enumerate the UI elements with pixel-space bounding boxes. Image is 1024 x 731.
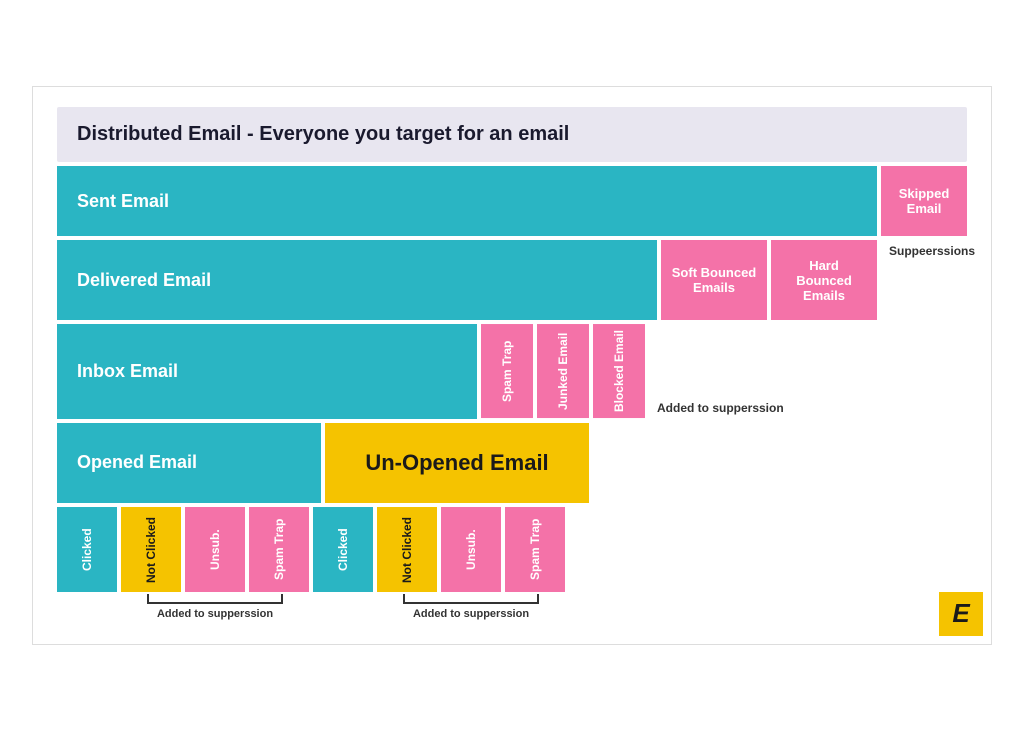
suppression-annotation2: Added to supperssion: [313, 594, 565, 620]
row4: Opened Email Un-Opened Email: [57, 423, 967, 503]
not-clicked1-block: Not Clicked: [121, 507, 181, 592]
sent-email-block: Sent Email: [57, 166, 877, 236]
bracket1: [147, 594, 283, 604]
logo-badge: E: [939, 592, 983, 636]
title-bar: Distributed Email - Everyone you target …: [57, 107, 967, 162]
hard-bounce-label: Hard Bounced Emails: [781, 258, 867, 303]
spam-trap2-block: Spam Trap: [505, 507, 565, 592]
unopened-email-label: Un-Opened Email: [365, 450, 548, 476]
suppressions-label: Suppeerssions: [889, 244, 975, 258]
unopened-subgroup: Clicked Not Clicked Unsub. Spam Trap Ad: [313, 507, 565, 620]
not-clicked2-block: Not Clicked: [377, 507, 437, 592]
opened-email-label: Opened Email: [77, 452, 197, 473]
inbox-side-blocks: Spam Trap Junked Email Blocked Email: [481, 324, 645, 418]
clicked1-block: Clicked: [57, 507, 117, 592]
suppression-annotation1: Added to supperssion: [57, 594, 309, 620]
inbox-email-label: Inbox Email: [77, 361, 178, 382]
unsub1-block: Unsub.: [185, 507, 245, 592]
spam-trap-label: Spam Trap: [500, 341, 514, 402]
suppression-note2: Added to supperssion: [413, 608, 529, 620]
blocked-email-label: Blocked Email: [612, 330, 626, 412]
row2: Delivered Email Soft Bounced Emails Hard…: [57, 240, 967, 320]
suppression-note1: Added to supperssion: [157, 608, 273, 620]
spam-trap1-block: Spam Trap: [249, 507, 309, 592]
sent-email-label: Sent Email: [77, 191, 169, 212]
row3-right-label: Added to supperssion: [649, 324, 967, 418]
inbox-email-block: Inbox Email: [57, 324, 477, 418]
unsub2-block: Unsub.: [441, 507, 501, 592]
diagram: Sent Email Skipped Email Delivered Email…: [57, 166, 967, 619]
soft-bounce-label: Soft Bounced Emails: [671, 265, 757, 295]
clicked2-label: Clicked: [336, 528, 350, 571]
spam-trap2-label: Spam Trap: [528, 518, 542, 579]
added-to-suppression-label: Added to supperssion: [657, 401, 959, 415]
delivered-email-label: Delivered Email: [77, 270, 211, 291]
spam-trap1-label: Spam Trap: [272, 518, 286, 579]
hard-bounce-block: Hard Bounced Emails: [771, 240, 877, 320]
page-wrapper: Distributed Email - Everyone you target …: [32, 86, 992, 644]
junked-email-label: Junked Email: [556, 333, 570, 410]
clicked1-label: Clicked: [80, 528, 94, 571]
page-title: Distributed Email - Everyone you target …: [77, 123, 947, 146]
skipped-email-label: Skipped Email: [891, 186, 957, 216]
unsub1-label: Unsub.: [208, 529, 222, 570]
blocked-email-block: Blocked Email: [593, 324, 645, 418]
bracket2: [403, 594, 539, 604]
opened-subgroup: Clicked Not Clicked Unsub. Spam Trap Ad: [57, 507, 309, 620]
unsub2-label: Unsub.: [464, 529, 478, 570]
logo-letter: E: [952, 598, 969, 629]
skipped-email-block: Skipped Email: [881, 166, 967, 236]
suppressions-label-container: Suppeerssions: [881, 240, 983, 320]
unopened-email-block: Un-Opened Email: [325, 423, 589, 503]
row5-outer: Clicked Not Clicked Unsub. Spam Trap Ad: [57, 507, 967, 620]
junked-email-block: Junked Email: [537, 324, 589, 418]
clicked2-block: Clicked: [313, 507, 373, 592]
not-clicked2-label: Not Clicked: [400, 516, 414, 582]
row1: Sent Email Skipped Email: [57, 166, 967, 236]
soft-bounce-block: Soft Bounced Emails: [661, 240, 767, 320]
unopened-sub-blocks: Clicked Not Clicked Unsub. Spam Trap: [313, 507, 565, 592]
spam-trap-block: Spam Trap: [481, 324, 533, 418]
delivered-email-block: Delivered Email: [57, 240, 657, 320]
opened-email-block: Opened Email: [57, 423, 321, 503]
not-clicked1-label: Not Clicked: [144, 516, 158, 582]
bounce-blocks: Soft Bounced Emails Hard Bounced Emails: [661, 240, 877, 320]
row3: Inbox Email Spam Trap Junked Email Block…: [57, 324, 967, 418]
opened-sub-blocks: Clicked Not Clicked Unsub. Spam Trap: [57, 507, 309, 592]
